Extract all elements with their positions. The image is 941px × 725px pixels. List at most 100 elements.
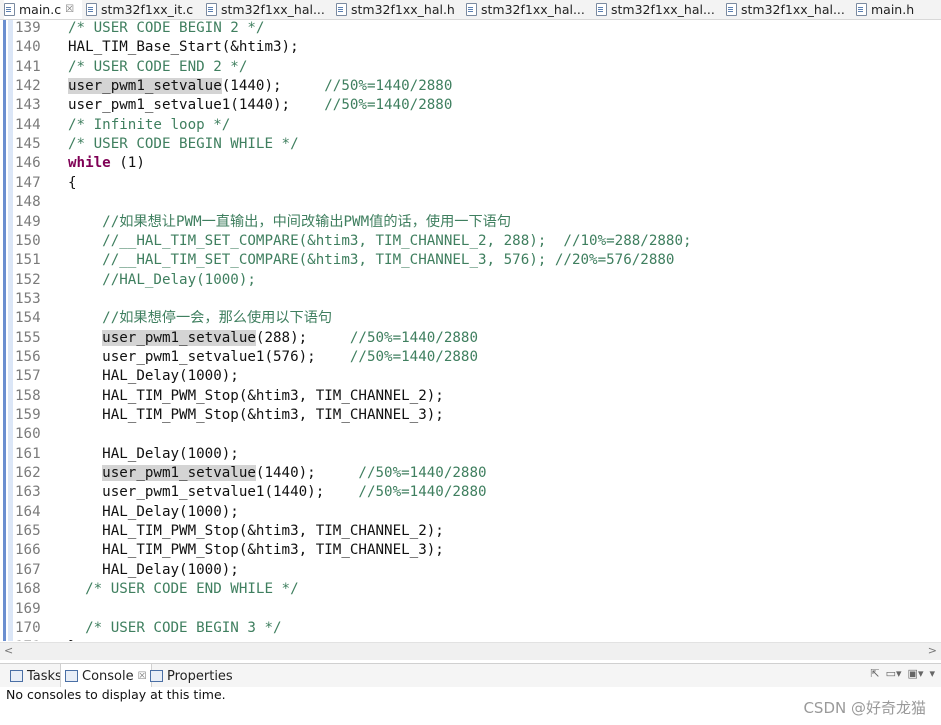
code-text[interactable]: //如果想停一会，那么使用以下语句 <box>68 309 332 328</box>
code-text[interactable]: /* USER CODE END 2 */ <box>68 58 247 77</box>
tab-stm32f1xx-it-c[interactable]: stm32f1xx_it.c <box>86 0 193 19</box>
code-text[interactable]: HAL_TIM_PWM_Stop(&htim3, TIM_CHANNEL_3); <box>68 406 444 425</box>
code-line[interactable]: 163 user_pwm1_setvalue1(1440); //50%=144… <box>0 483 941 502</box>
line-number: 156 <box>15 348 41 365</box>
code-line[interactable]: 162 user_pwm1_setvalue(1440); //50%=1440… <box>0 464 941 483</box>
code-line[interactable]: 159 HAL_TIM_PWM_Stop(&htim3, TIM_CHANNEL… <box>0 406 941 425</box>
tab-stm32f1xx-hal-2[interactable]: stm32f1xx_hal... <box>466 0 585 19</box>
code-text[interactable]: //__HAL_TIM_SET_COMPARE(&htim3, TIM_CHAN… <box>68 232 691 251</box>
code-text[interactable]: //HAL_Delay(1000); <box>68 271 256 290</box>
tab-properties[interactable]: Properties <box>146 664 237 688</box>
code-line[interactable]: 153 <box>0 290 941 309</box>
line-number: 140 <box>15 39 41 56</box>
code-line[interactable]: 156 user_pwm1_setvalue1(576); //50%=1440… <box>0 348 941 367</box>
code-line[interactable]: 141 /* USER CODE END 2 */ <box>0 58 941 77</box>
tab-tasks[interactable]: Tasks <box>6 664 66 688</box>
code-line[interactable]: 149 //如果想让PWM一直输出，中间改输出PWM值的话，使用一下语句 <box>0 213 941 232</box>
code-line[interactable]: 151 //__HAL_TIM_SET_COMPARE(&htim3, TIM_… <box>0 251 941 270</box>
code-line[interactable]: 171} <box>0 638 941 641</box>
code-text[interactable]: user_pwm1_setvalue(1440); //50%=1440/288… <box>68 464 487 483</box>
code-text[interactable]: user_pwm1_setvalue1(1440); //50%=1440/28… <box>68 483 486 502</box>
code-line[interactable]: 145 /* USER CODE BEGIN WHILE */ <box>0 135 941 154</box>
horizontal-scrollbar[interactable]: < > <box>0 642 941 660</box>
tab-stm32f1xx-hal-1[interactable]: stm32f1xx_hal... <box>206 0 325 19</box>
scroll-right-icon[interactable]: > <box>928 644 937 657</box>
code-text[interactable]: //如果想让PWM一直输出，中间改输出PWM值的话，使用一下语句 <box>68 213 511 232</box>
code-text[interactable]: /* USER CODE BEGIN 3 */ <box>68 619 281 638</box>
code-token: user_pwm1_setvalue1(1440); <box>68 97 325 114</box>
tab-console[interactable]: Console ☒ <box>60 664 152 688</box>
code-text[interactable]: user_pwm1_setvalue(288); //50%=1440/2880 <box>68 329 478 348</box>
open-console-icon[interactable]: ▣▾ <box>908 667 924 680</box>
code-line[interactable]: 167 HAL_Delay(1000); <box>0 561 941 580</box>
code-line[interactable]: 152 //HAL_Delay(1000); <box>0 271 941 290</box>
close-icon[interactable]: ☒ <box>65 4 74 15</box>
code-text[interactable]: /* USER CODE BEGIN 2 */ <box>68 20 264 38</box>
code-text[interactable]: } <box>68 638 77 641</box>
code-text[interactable]: while (1) <box>68 154 145 173</box>
code-line[interactable]: 150 //__HAL_TIM_SET_COMPARE(&htim3, TIM_… <box>0 232 941 251</box>
tab-label: stm32f1xx_hal... <box>481 2 585 17</box>
code-line[interactable]: 166 HAL_TIM_PWM_Stop(&htim3, TIM_CHANNEL… <box>0 541 941 560</box>
code-token: } <box>68 639 77 641</box>
code-line[interactable]: 140 HAL_TIM_Base_Start(&htim3); <box>0 38 941 57</box>
code-line[interactable]: 168 /* USER CODE END WHILE */ <box>0 580 941 599</box>
code-text[interactable]: user_pwm1_setvalue(1440); //50%=1440/288… <box>68 77 452 96</box>
code-text[interactable]: HAL_TIM_PWM_Stop(&htim3, TIM_CHANNEL_2); <box>68 522 444 541</box>
code-token: user_pwm1_setvalue1(1440); <box>68 484 359 501</box>
code-text[interactable]: /* Infinite loop */ <box>68 116 230 135</box>
code-line[interactable]: 139 /* USER CODE BEGIN 2 */ <box>0 20 941 38</box>
code-text[interactable]: HAL_Delay(1000); <box>68 561 239 580</box>
tab-stm32f1xx-hal-4[interactable]: stm32f1xx_hal... <box>726 0 845 19</box>
view-menu-icon[interactable]: ▾ <box>929 667 935 680</box>
line-number: 159 <box>15 407 41 423</box>
code-line[interactable]: 161 HAL_Delay(1000); <box>0 445 941 464</box>
code-editor[interactable]: 139 /* USER CODE BEGIN 2 */ 140 HAL_TIM_Bas… <box>0 20 941 641</box>
tab-main-h[interactable]: main.h <box>856 0 914 19</box>
tab-stm32f1xx-hal-h[interactable]: stm32f1xx_hal.h <box>336 0 455 19</box>
code-line[interactable]: 146 while (1) <box>0 154 941 173</box>
code-line[interactable]: 155 user_pwm1_setvalue(288); //50%=1440/… <box>0 329 941 348</box>
tab-stm32f1xx-hal-3[interactable]: stm32f1xx_hal... <box>596 0 715 19</box>
display-console-icon[interactable]: ▭▾ <box>886 667 902 680</box>
line-number: 145 <box>15 136 41 153</box>
tab-main-c[interactable]: main.c ☒ <box>4 0 82 19</box>
code-token: HAL_TIM_Base_Start(&htim3); <box>68 39 299 56</box>
code-text[interactable]: { <box>68 174 77 193</box>
code-keyword: while <box>68 155 111 172</box>
code-line[interactable]: 142 user_pwm1_setvalue(1440); //50%=1440/… <box>0 77 941 96</box>
code-text[interactable]: HAL_Delay(1000); <box>68 367 239 386</box>
line-number: 142 <box>15 78 41 95</box>
code-text[interactable]: HAL_Delay(1000); <box>68 445 239 464</box>
code-text[interactable]: HAL_TIM_Base_Start(&htim3); <box>68 38 299 57</box>
code-line[interactable]: 170 /* USER CODE BEGIN 3 */ <box>0 619 941 638</box>
code-line[interactable]: 144 /* Infinite loop */ <box>0 116 941 135</box>
code-line[interactable]: 169 <box>0 600 941 619</box>
code-text[interactable]: user_pwm1_setvalue1(576); //50%=1440/288… <box>68 348 478 367</box>
tab-label: stm32f1xx_hal... <box>611 2 715 17</box>
code-line[interactable]: 143 user_pwm1_setvalue1(1440); //50%=1440… <box>0 96 941 115</box>
code-text[interactable]: /* USER CODE END WHILE */ <box>68 580 299 599</box>
scroll-left-icon[interactable]: < <box>4 644 13 657</box>
pin-console-icon[interactable]: ⇱ <box>870 667 879 680</box>
code-text[interactable]: HAL_TIM_PWM_Stop(&htim3, TIM_CHANNEL_3); <box>68 541 444 560</box>
c-file-icon <box>206 3 217 16</box>
code-line[interactable]: 160 <box>0 425 941 444</box>
code-line[interactable]: 147 { <box>0 174 941 193</box>
code-line[interactable]: 154 //如果想停一会，那么使用以下语句 <box>0 309 941 328</box>
code-line[interactable]: 148 <box>0 193 941 212</box>
code-text[interactable]: //__HAL_TIM_SET_COMPARE(&htim3, TIM_CHAN… <box>68 251 674 270</box>
code-text[interactable]: /* USER CODE BEGIN WHILE */ <box>68 135 299 154</box>
code-token: (1440); <box>255 465 359 482</box>
code-token: user_pwm1_setvalue1(576); <box>68 348 350 365</box>
code-line[interactable]: 158 HAL_TIM_PWM_Stop(&htim3, TIM_CHANNEL… <box>0 387 941 406</box>
c-file-icon <box>466 3 477 16</box>
code-line[interactable]: 164 HAL_Delay(1000); <box>0 503 941 522</box>
code-comment: //如果想让PWM一直输出，中间改输出PWM值的话，使用一下语句 <box>68 213 512 230</box>
code-text[interactable]: HAL_TIM_PWM_Stop(&htim3, TIM_CHANNEL_2); <box>68 387 444 406</box>
code-text[interactable]: user_pwm1_setvalue1(1440); //50%=1440/28… <box>68 96 452 115</box>
code-text[interactable]: HAL_Delay(1000); <box>68 503 239 522</box>
code-line[interactable]: 157 HAL_Delay(1000); <box>0 367 941 386</box>
code-line[interactable]: 165 HAL_TIM_PWM_Stop(&htim3, TIM_CHANNEL… <box>0 522 941 541</box>
